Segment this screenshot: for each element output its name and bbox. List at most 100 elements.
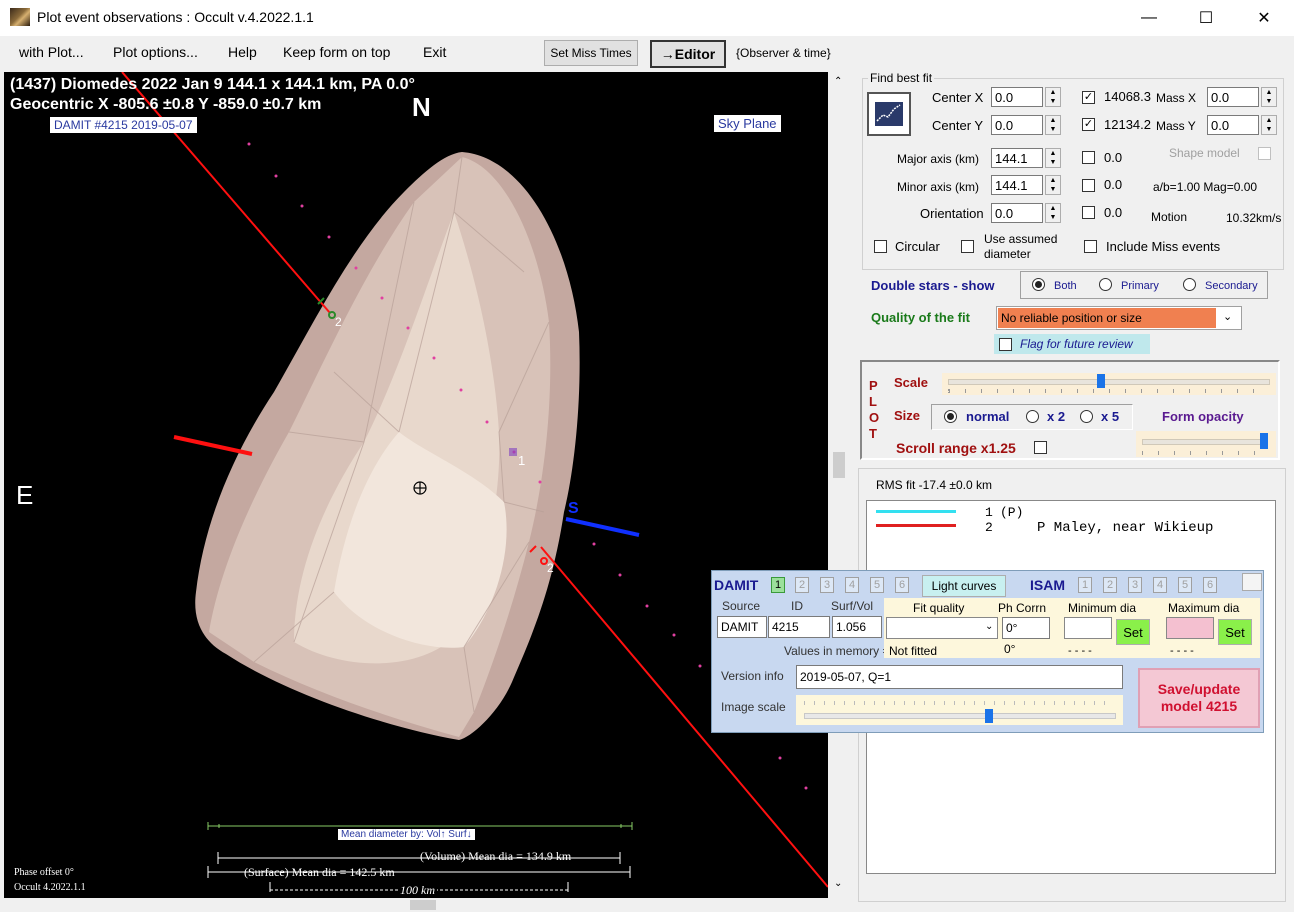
min-dia-field[interactable] bbox=[1064, 617, 1112, 639]
isam-tab-3[interactable]: 3 bbox=[1128, 577, 1142, 593]
flag-review-checkbox[interactable] bbox=[999, 338, 1012, 351]
fit-quality-select[interactable]: ⌄ bbox=[886, 617, 998, 639]
menu-with-plot[interactable]: with Plot... bbox=[19, 44, 84, 60]
damit-tab-5[interactable]: 5 bbox=[870, 577, 884, 593]
radio-both[interactable] bbox=[1032, 278, 1045, 291]
damit-tab-3[interactable]: 3 bbox=[820, 577, 834, 593]
quality-select[interactable]: No reliable position or size ⌄ bbox=[996, 306, 1242, 330]
min-dia-label: Minimum dia bbox=[1068, 601, 1137, 615]
sky-plane-label[interactable]: Sky Plane bbox=[714, 115, 781, 132]
id-field[interactable]: 4215 bbox=[768, 616, 830, 638]
south-label: S bbox=[568, 500, 579, 517]
plot-canvas[interactable]: (1437) Diomedes 2022 Jan 9 144.1 x 144.1… bbox=[4, 72, 828, 898]
radio-size-normal[interactable] bbox=[944, 410, 957, 423]
damit-close-box[interactable] bbox=[1242, 573, 1262, 591]
image-scale-slider[interactable] bbox=[796, 695, 1123, 725]
center-x-label: Center X bbox=[932, 90, 984, 105]
radio-size-x2[interactable] bbox=[1026, 410, 1039, 423]
set-miss-times-button[interactable]: Set Miss Times bbox=[544, 40, 638, 66]
maximize-button[interactable]: ☐ bbox=[1183, 0, 1229, 36]
mass-y-input[interactable]: 0.0 bbox=[1207, 115, 1259, 135]
circular-checkbox[interactable] bbox=[874, 240, 887, 253]
radio-primary[interactable] bbox=[1099, 278, 1112, 291]
plot-title-line2: Geocentric X -805.6 ±0.8 Y -859.0 ±0.7 k… bbox=[10, 96, 322, 113]
save-update-model-button[interactable]: Save/update model 4215 bbox=[1138, 668, 1260, 728]
chord-1-label: 1 bbox=[518, 453, 526, 468]
scale-slider[interactable] bbox=[942, 373, 1276, 395]
menu-exit[interactable]: Exit bbox=[423, 44, 446, 60]
mass-x-spinner[interactable]: ▲ ▼ bbox=[1261, 87, 1277, 107]
minor-axis-zero: 0.0 bbox=[1104, 177, 1123, 192]
horizontal-scrollbar[interactable] bbox=[4, 898, 828, 912]
minimize-button[interactable]: — bbox=[1126, 0, 1172, 36]
orientation-spinner[interactable]: ▲ ▼ bbox=[1045, 203, 1061, 223]
minor-axis-spinner[interactable]: ▲ ▼ bbox=[1045, 175, 1061, 195]
mass-y-checkbox[interactable]: ✓ bbox=[1082, 118, 1095, 131]
damit-tab-4[interactable]: 4 bbox=[845, 577, 859, 593]
isam-tab-6[interactable]: 6 bbox=[1203, 577, 1217, 593]
max-dia-set-button[interactable]: Set bbox=[1218, 619, 1252, 645]
max-dia-field[interactable] bbox=[1166, 617, 1214, 639]
vertical-scroll-thumb[interactable] bbox=[833, 452, 845, 478]
rms-fit: RMS fit -17.4 ±0.0 km bbox=[876, 478, 992, 492]
mass-y-spinner[interactable]: ▲ ▼ bbox=[1261, 115, 1277, 135]
scale-slider-thumb[interactable] bbox=[1097, 374, 1105, 388]
center-y-input[interactable]: 0.0 bbox=[991, 115, 1043, 135]
isam-tab-5[interactable]: 5 bbox=[1178, 577, 1192, 593]
major-axis-checkbox[interactable] bbox=[1082, 151, 1095, 164]
radio-size-x5-label: x 5 bbox=[1101, 409, 1120, 424]
menu-keep-on-top[interactable]: Keep form on top bbox=[283, 44, 390, 60]
scroll-range-checkbox[interactable] bbox=[1034, 441, 1047, 454]
center-x-spinner[interactable]: ▲ ▼ bbox=[1045, 87, 1061, 107]
include-miss-checkbox[interactable] bbox=[1084, 240, 1097, 253]
scroll-down-icon[interactable]: ⌄ bbox=[834, 878, 842, 889]
center-x-input[interactable]: 0.0 bbox=[991, 87, 1043, 107]
horizontal-scroll-thumb[interactable] bbox=[410, 900, 436, 910]
damit-tab-6[interactable]: 6 bbox=[895, 577, 909, 593]
legend-line-2 bbox=[876, 524, 956, 527]
damit-title: DAMIT bbox=[714, 577, 759, 593]
minor-axis-label: Minor axis (km) bbox=[897, 180, 980, 194]
menu-plot-options[interactable]: Plot options... bbox=[113, 44, 198, 60]
damit-tab-1[interactable]: 1 bbox=[771, 577, 785, 593]
image-scale-thumb[interactable] bbox=[985, 709, 993, 723]
mass-x-checkbox[interactable]: ✓ bbox=[1082, 91, 1095, 104]
isam-tab-2[interactable]: 2 bbox=[1103, 577, 1117, 593]
chord-2-label-a: 2 bbox=[335, 315, 342, 329]
isam-tab-4[interactable]: 4 bbox=[1153, 577, 1167, 593]
find-best-fit-button[interactable] bbox=[867, 92, 911, 136]
shape-model-label: Shape model bbox=[1169, 146, 1240, 160]
vertical-scrollbar[interactable]: ⌃ ⌄ bbox=[830, 72, 850, 898]
fit-chart-icon bbox=[875, 102, 903, 126]
major-axis-spinner[interactable]: ▲ ▼ bbox=[1045, 148, 1061, 168]
orientation-input[interactable]: 0.0 bbox=[991, 203, 1043, 223]
orientation-zero: 0.0 bbox=[1104, 205, 1123, 220]
surfvol-field[interactable]: 1.056 bbox=[832, 616, 882, 638]
version-info-field[interactable]: 2019-05-07, Q=1 bbox=[796, 665, 1123, 689]
damit-tab-2[interactable]: 2 bbox=[795, 577, 809, 593]
close-button[interactable]: ✕ bbox=[1241, 0, 1287, 36]
min-dia-set-button[interactable]: Set bbox=[1116, 619, 1150, 645]
mass-x-input[interactable]: 0.0 bbox=[1207, 87, 1259, 107]
minor-axis-input[interactable]: 144.1 bbox=[991, 175, 1043, 195]
menu-help[interactable]: Help bbox=[228, 44, 257, 60]
radio-size-x5[interactable] bbox=[1080, 410, 1093, 423]
chevron-down-icon: ⌄ bbox=[985, 621, 994, 632]
orientation-checkbox[interactable] bbox=[1082, 206, 1095, 219]
scroll-up-icon[interactable]: ⌃ bbox=[834, 76, 842, 87]
source-field[interactable]: DAMIT bbox=[717, 616, 767, 638]
editor-button[interactable]: →Editor bbox=[650, 40, 726, 68]
shape-model-checkbox[interactable] bbox=[1258, 147, 1271, 160]
light-curves-button[interactable]: Light curves bbox=[922, 575, 1006, 597]
ph-corrn-field[interactable]: 0° bbox=[1002, 617, 1050, 639]
use-assumed-checkbox[interactable] bbox=[961, 240, 974, 253]
minor-axis-checkbox[interactable] bbox=[1082, 179, 1095, 192]
form-opacity-slider[interactable] bbox=[1136, 431, 1276, 457]
values-in-memory-label: Values in memory => bbox=[784, 644, 897, 658]
major-axis-input[interactable]: 144.1 bbox=[991, 148, 1043, 168]
form-opacity-thumb[interactable] bbox=[1260, 433, 1268, 449]
center-y-spinner[interactable]: ▲ ▼ bbox=[1045, 115, 1061, 135]
radio-secondary[interactable] bbox=[1183, 278, 1196, 291]
mean-dia-method-label: Mean diameter by: Vol↑ Surf↓ bbox=[338, 829, 475, 840]
isam-tab-1[interactable]: 1 bbox=[1078, 577, 1092, 593]
